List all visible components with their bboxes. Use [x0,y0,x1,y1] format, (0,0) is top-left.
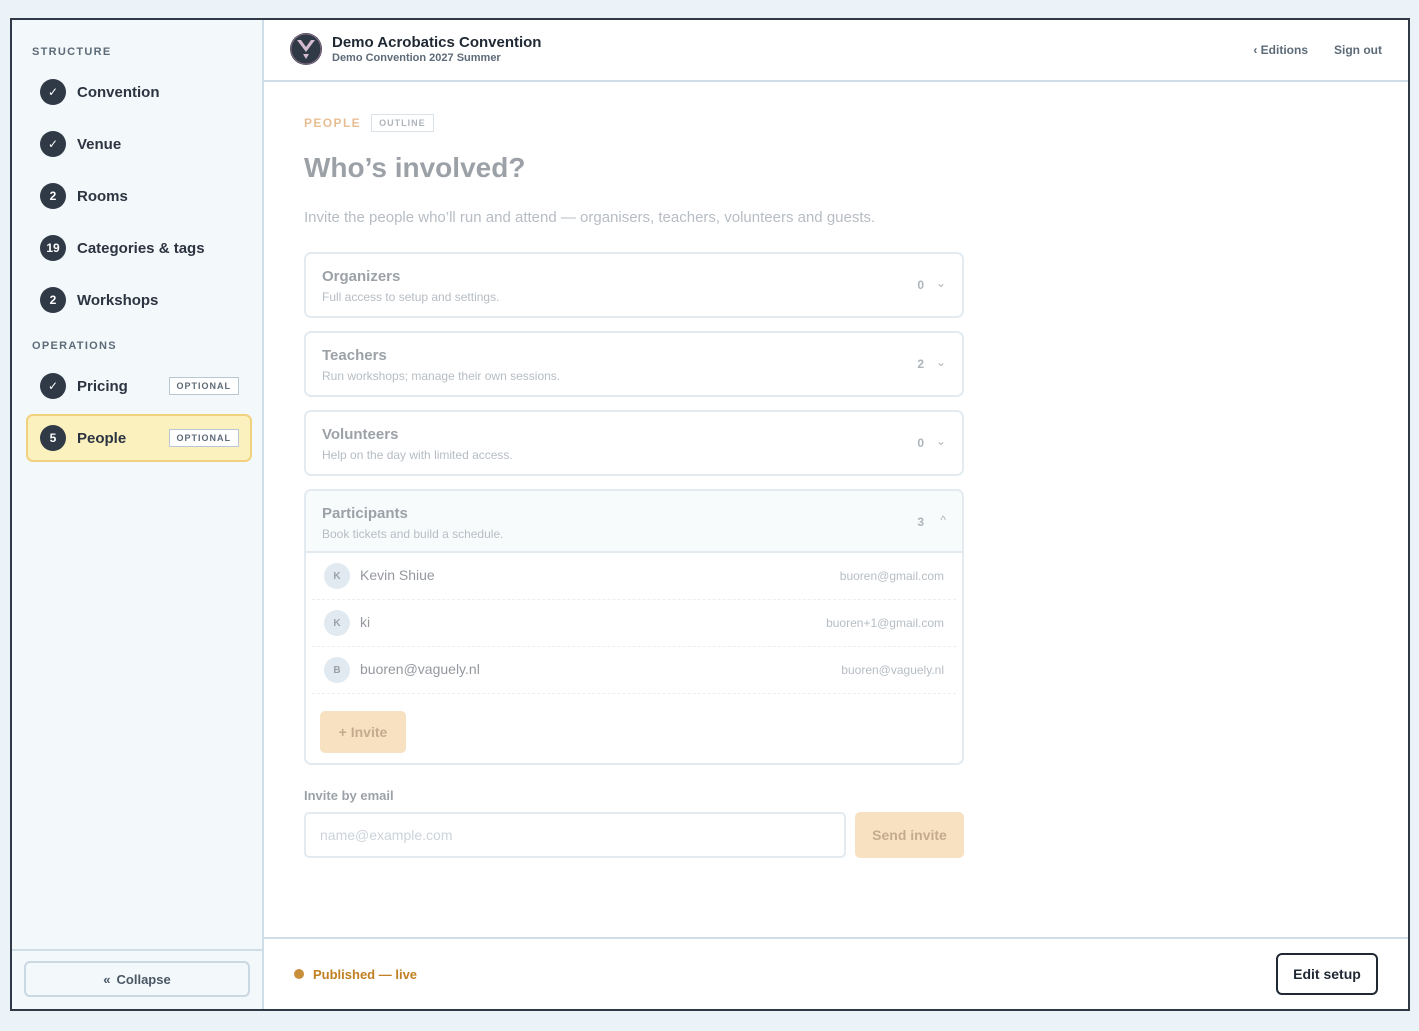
status-dot-icon [294,969,304,979]
top-header: Demo Acrobatics Convention Demo Conventi… [264,20,1408,82]
invite-email-input[interactable] [304,812,846,858]
section-title-operations: OPERATIONS [32,340,117,352]
sidebar-item-label: Rooms [77,187,128,205]
sidebar-footer: « Collapse [12,949,262,1009]
optional-badge: OPTIONAL [168,429,239,447]
person-name: ki [360,614,371,630]
status-footer: Published — live Edit setup [264,937,1408,1009]
edit-setup-button[interactable]: Edit setup [1276,953,1378,995]
collapse-button[interactable]: « Collapse [24,961,250,997]
person-name: Kevin Shiue [360,567,435,583]
sidebar-item-label: Pricing [77,377,128,395]
sidebar-item-people[interactable]: 5 People OPTIONAL [26,414,252,462]
role-header[interactable]: Volunteers Help on the day with limited … [306,412,962,474]
count-badge: 2 [40,183,66,209]
app-window: STRUCTURE ✓ Convention ✓ Venue 2 Rooms 1… [10,18,1410,1011]
sidebar-item-label: People [77,429,127,447]
eyebrow: PEOPLE OUTLINE [304,114,434,132]
list-item: K Kevin Shiue buoren@gmail.com [312,553,956,600]
collapse-label: Collapse [116,971,171,987]
chevron-down-icon: ⌄ [935,276,946,290]
person-email: buoren@vaguely.nl [841,663,944,677]
role-name: Organizers [322,268,401,285]
sidebar-item-pricing[interactable]: ✓ Pricing OPTIONAL [26,362,252,410]
invite-button[interactable]: + Invite [320,711,406,753]
send-invite-button[interactable]: Send invite [855,812,964,858]
sidebar: STRUCTURE ✓ Convention ✓ Venue 2 Rooms 1… [12,20,264,1009]
avatar: K [324,563,350,589]
role-count: 2 [917,357,924,371]
role-description: Help on the day with limited access. [322,448,513,462]
sidebar-item-categories-tags[interactable]: 19 Categories & tags [26,224,252,272]
list-item: B buoren@vaguely.nl buoren@vaguely.nl [312,647,956,694]
role-description: Book tickets and build a schedule. [322,527,504,541]
sidebar-item-venue[interactable]: ✓ Venue [26,120,252,168]
sidebar-item-label: Convention [77,83,160,101]
double-chevron-left-icon: « [103,971,111,987]
editions-link[interactable]: ‹ Editions [1253,43,1308,57]
sidebar-item-label: Workshops [77,291,159,309]
role-name: Volunteers [322,426,399,443]
section-title-structure: STRUCTURE [32,46,112,58]
role-header[interactable]: Teachers Run workshops; manage their own… [306,333,962,395]
role-header[interactable]: Organizers Full access to setup and sett… [306,254,962,316]
role-count: 3 [917,515,924,529]
sidebar-item-workshops[interactable]: 2 Workshops [26,276,252,324]
role-card-volunteers: Volunteers Help on the day with limited … [304,410,964,476]
page-description: Invite the people who’ll run and attend … [304,209,876,226]
role-name: Participants [322,505,408,522]
role-count: 0 [917,278,924,292]
outline-badge: OUTLINE [371,114,434,132]
person-email: buoren@gmail.com [839,569,944,583]
check-icon: ✓ [40,131,66,157]
avatar: K [324,610,350,636]
optional-badge: OPTIONAL [168,377,239,395]
role-description: Full access to setup and settings. [322,290,500,304]
publish-status: Published — live [313,967,418,982]
count-badge: 19 [40,235,66,261]
role-name: Teachers [322,347,387,364]
app-logo-icon [290,33,322,65]
role-header[interactable]: Participants Book tickets and build a sc… [306,491,962,553]
main-content: PEOPLE OUTLINE Who’s involved? Invite th… [264,82,1408,937]
role-description: Run workshops; manage their own sessions… [322,369,561,383]
check-icon: ✓ [40,373,66,399]
list-item: K ki buoren+1@gmail.com [312,600,956,647]
step-eyebrow: PEOPLE [304,116,362,130]
chevron-up-icon: ^ [940,513,946,527]
person-name: buoren@vaguely.nl [360,661,480,677]
role-card-teachers: Teachers Run workshops; manage their own… [304,331,964,397]
count-badge: 2 [40,287,66,313]
sidebar-item-rooms[interactable]: 2 Rooms [26,172,252,220]
sidebar-item-convention[interactable]: ✓ Convention [26,68,252,116]
role-card-participants: Participants Book tickets and build a sc… [304,489,964,765]
person-email: buoren+1@gmail.com [826,616,944,630]
sign-out-link[interactable]: Sign out [1334,43,1382,57]
role-count: 0 [917,436,924,450]
chevron-down-icon: ⌄ [935,434,946,448]
count-badge: 5 [40,425,66,451]
app-title: Demo Acrobatics Convention [332,34,542,51]
role-card-organizers: Organizers Full access to setup and sett… [304,252,964,318]
edition-subtitle: Demo Convention 2027 Summer [332,52,501,64]
invite-email-label: Invite by email [304,788,394,803]
sidebar-item-label: Categories & tags [77,239,205,257]
page-title: Who’s involved? [304,152,526,183]
check-icon: ✓ [40,79,66,105]
sidebar-item-label: Venue [77,135,122,153]
avatar: B [324,657,350,683]
chevron-down-icon: ⌄ [935,355,946,369]
